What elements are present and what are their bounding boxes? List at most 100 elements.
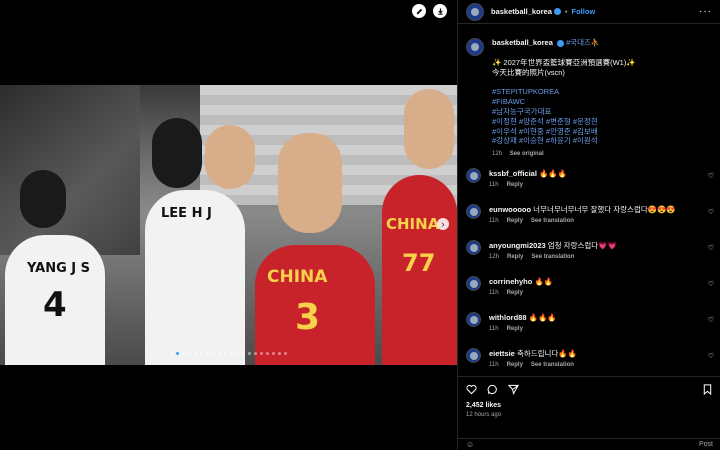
comment-text: 엄청 자랑스럽다💗💗 xyxy=(547,241,617,250)
carousel-dot[interactable] xyxy=(236,352,239,355)
heart-icon[interactable]: ♡ xyxy=(708,208,714,216)
comment-username[interactable]: withlord88 xyxy=(489,313,527,322)
avatar[interactable] xyxy=(466,38,484,56)
header-username[interactable]: basketball_korea xyxy=(491,7,552,16)
carousel-dot[interactable] xyxy=(200,352,203,355)
carousel-dot[interactable] xyxy=(260,352,263,355)
avatar[interactable] xyxy=(466,276,481,291)
caption-username[interactable]: basketball_korea xyxy=(492,38,553,47)
carousel-dot[interactable] xyxy=(206,352,209,355)
comment-text: 🔥🔥 xyxy=(534,277,554,286)
heart-icon[interactable]: ♡ xyxy=(708,244,714,252)
caption-line-1: ✨ 2027年世界盃籃球賽亞洲預選賽(W1)✨ xyxy=(492,57,636,67)
carousel-dot[interactable] xyxy=(194,352,197,355)
caption-tag[interactable]: #국대즈⛹ xyxy=(566,38,600,47)
comment-item: withlord88 🔥🔥🔥 11h Reply ♡ xyxy=(466,312,716,348)
carousel-dot[interactable] xyxy=(254,352,257,355)
comment-item: corrinehyho 🔥🔥 11h Reply ♡ xyxy=(466,276,716,312)
verified-icon xyxy=(553,8,561,15)
comment-username[interactable]: kssbf_official xyxy=(489,169,537,178)
avatar[interactable] xyxy=(466,312,481,327)
post-button[interactable]: Post xyxy=(699,441,713,448)
emoji-icon[interactable]: ☺ xyxy=(466,440,474,449)
reply-button[interactable]: Reply xyxy=(507,326,523,332)
comment-time: 11h xyxy=(489,290,499,296)
reply-button[interactable]: Reply xyxy=(507,218,523,224)
more-icon[interactable]: ··· xyxy=(699,6,712,17)
media-pane: YANG J S 4 LEE H J CHINA 3 CHINA 77 › xyxy=(0,0,457,450)
carousel-dot[interactable] xyxy=(218,352,221,355)
carousel-dot[interactable] xyxy=(242,352,245,355)
jersey-left-number: 4 xyxy=(43,285,67,325)
photo-face-smiling xyxy=(205,125,255,189)
see-translation-button[interactable]: See translation xyxy=(531,362,574,368)
reply-button[interactable]: Reply xyxy=(507,362,523,368)
hashtag-line[interactable]: #STEPITUPKOREA xyxy=(492,87,707,97)
heart-icon[interactable]: ♡ xyxy=(708,352,714,360)
jersey-left-name: YANG J S xyxy=(27,261,91,276)
comment-text: 축하드립니다🔥🔥 xyxy=(516,349,578,358)
carousel-dots xyxy=(0,352,457,355)
carousel-dot[interactable] xyxy=(224,352,227,355)
likes-count[interactable]: 2,452 likes xyxy=(466,402,713,409)
bookmark-icon[interactable] xyxy=(702,383,713,395)
heart-icon[interactable]: ♡ xyxy=(708,172,714,180)
comment-time: 11h xyxy=(489,362,499,368)
comment-username[interactable]: eiettsie xyxy=(489,349,515,358)
see-translation-button[interactable]: See translation xyxy=(531,218,574,224)
carousel-dot[interactable] xyxy=(212,352,215,355)
carousel-dot[interactable] xyxy=(272,352,275,355)
heart-icon[interactable]: ♡ xyxy=(708,316,714,324)
comment-username[interactable]: eunwooooo xyxy=(489,205,531,214)
hashtag-line[interactable]: #이정현 #양준석 #변준형 #문정현 xyxy=(492,117,707,127)
heart-icon[interactable] xyxy=(466,384,477,395)
carousel-dot[interactable] xyxy=(266,352,269,355)
reply-button[interactable]: Reply xyxy=(507,254,523,260)
comment-username[interactable]: corrinehyho xyxy=(489,277,532,286)
avatar[interactable] xyxy=(466,168,481,183)
see-translation-button[interactable]: See translation xyxy=(531,254,574,260)
hashtag-line[interactable]: #강상재 #이승현 #하윤기 #이원석 xyxy=(492,136,707,146)
heart-icon[interactable]: ♡ xyxy=(708,280,714,288)
avatar[interactable] xyxy=(466,204,481,219)
photo-player-china-right: CHINA 77 xyxy=(382,175,457,365)
carousel-dot[interactable] xyxy=(278,352,281,355)
avatar[interactable] xyxy=(466,2,484,21)
jersey-china-right-number: 77 xyxy=(402,249,436,277)
carousel-dot[interactable] xyxy=(176,352,179,355)
follow-button[interactable]: Follow xyxy=(572,7,596,16)
comment-time: 11h xyxy=(489,182,499,188)
comment-item: anyoungmi2023 엄청 자랑스럽다💗💗 12h Reply See tran… xyxy=(466,240,716,276)
comment-item: kssbf_official 🔥🔥🔥 11h Reply ♡ xyxy=(466,168,716,204)
photo-player-china-center: CHINA 3 xyxy=(255,245,375,365)
avatar[interactable] xyxy=(466,240,481,255)
carousel-dot[interactable] xyxy=(170,352,173,355)
comment-text: 너무너무너무너무 잘했다 자랑스럽다😍😍😍 xyxy=(533,205,676,214)
carousel-dot[interactable] xyxy=(248,352,251,355)
photo-player-hug: LEE H J xyxy=(145,190,245,365)
jersey-china-right-label: CHINA xyxy=(386,215,440,233)
hashtag-line[interactable]: #FIBAWC xyxy=(492,97,707,107)
carousel-dot[interactable] xyxy=(284,352,287,355)
comment-time: 11h xyxy=(489,326,499,332)
edit-icon[interactable] xyxy=(412,4,426,18)
photo-player-left: YANG J S 4 xyxy=(5,235,105,365)
carousel-dot[interactable] xyxy=(188,352,191,355)
comment-username[interactable]: anyoungmi2023 xyxy=(489,241,546,250)
hashtag-line[interactable]: #이우석 #이현중 #안영준 #김보배 xyxy=(492,127,707,137)
carousel-dot[interactable] xyxy=(230,352,233,355)
hashtag-line[interactable]: #남자농구국가대표 xyxy=(492,107,707,117)
post-photo: YANG J S 4 LEE H J CHINA 3 CHINA 77 xyxy=(0,85,457,365)
comment-icon[interactable] xyxy=(487,384,498,395)
avatar[interactable] xyxy=(466,348,481,363)
add-comment-bar: ☺ Post xyxy=(458,438,720,450)
reply-button[interactable]: Reply xyxy=(507,182,523,188)
share-icon[interactable] xyxy=(508,384,519,395)
photo-head-hug xyxy=(152,118,202,188)
reply-button[interactable]: Reply xyxy=(507,290,523,296)
next-arrow-icon[interactable]: › xyxy=(437,218,449,230)
carousel-dot[interactable] xyxy=(182,352,185,355)
comment-text: 🔥🔥🔥 xyxy=(528,313,557,322)
download-icon[interactable] xyxy=(433,4,447,18)
see-original-button[interactable]: See original xyxy=(510,151,544,157)
